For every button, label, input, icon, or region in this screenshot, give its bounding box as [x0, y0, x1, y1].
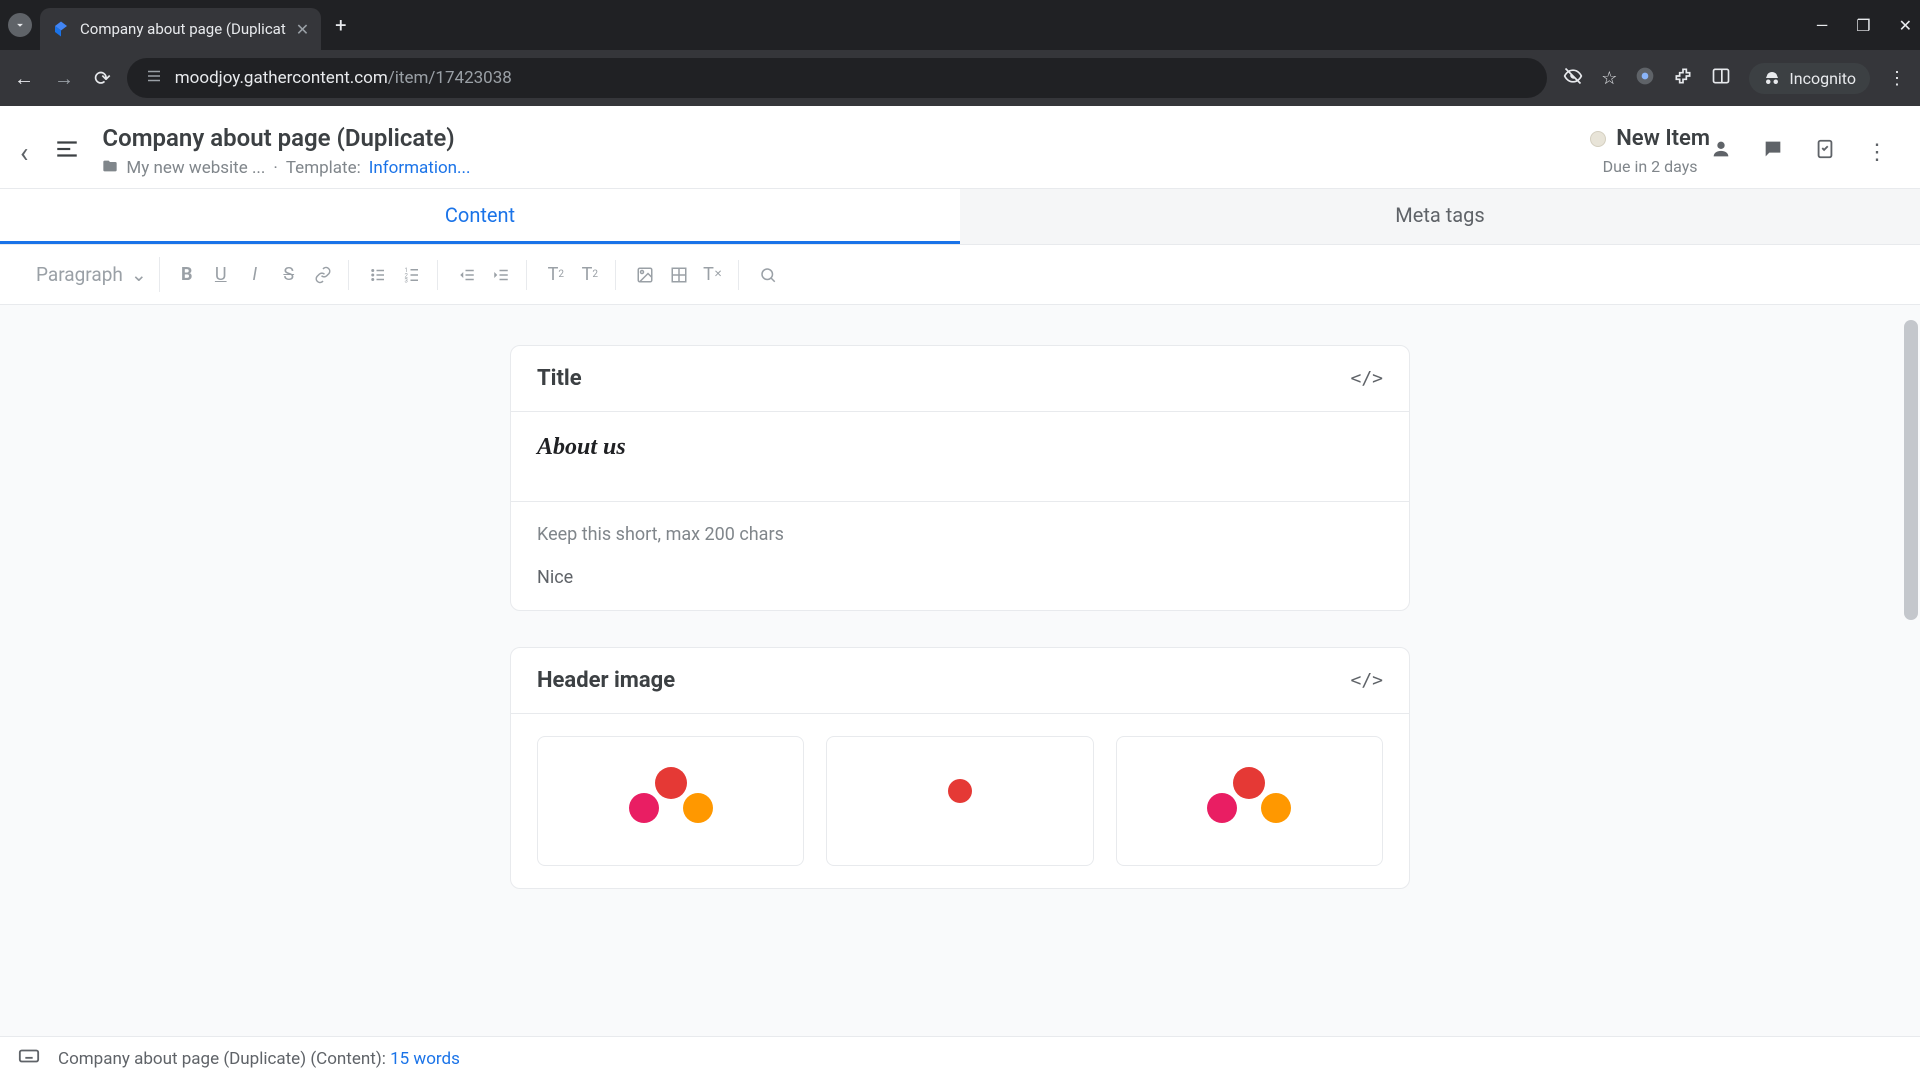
image-thumbnail[interactable] — [1116, 736, 1383, 866]
tracking-icon[interactable] — [1563, 66, 1583, 91]
content-area: Title </> About us Keep this short, max … — [0, 305, 1920, 1041]
outdent-button[interactable] — [452, 260, 482, 290]
bullet-list-button[interactable] — [363, 260, 393, 290]
sidebar-toggle-button[interactable] — [40, 124, 102, 169]
keyboard-icon[interactable] — [18, 1045, 40, 1072]
header-actions: ⋮ — [1710, 124, 1888, 166]
superscript-button[interactable]: T2 — [575, 260, 605, 290]
status-bar: Company about page (Duplicate) (Content)… — [0, 1036, 1920, 1080]
editor-toolbar: Paragraph ⌄ B U I S 123 T2 T2 — [0, 245, 1920, 305]
image-thumbnail[interactable] — [537, 736, 804, 866]
field-label: Title — [537, 366, 582, 391]
vertical-scrollbar[interactable] — [1904, 320, 1918, 620]
due-date: Due in 2 days — [1603, 157, 1698, 176]
tab-list-button[interactable] — [8, 13, 32, 37]
field-label: Header image — [537, 668, 675, 693]
app-back-button[interactable]: ‹ — [18, 124, 40, 169]
insert-image-button[interactable] — [630, 260, 660, 290]
more-options-icon[interactable]: ⋮ — [1866, 140, 1888, 165]
code-view-icon[interactable]: </> — [1350, 368, 1383, 389]
minimize-button[interactable]: — — [1816, 16, 1829, 35]
breadcrumb-folder[interactable]: My new website ... — [126, 158, 265, 178]
status-dot-icon — [1590, 131, 1606, 147]
maximize-button[interactable]: ❐ — [1856, 16, 1870, 35]
subscript-button[interactable]: T2 — [541, 260, 571, 290]
template-label: Template: — [286, 158, 361, 178]
incognito-label: Incognito — [1789, 69, 1856, 88]
svg-text:3: 3 — [404, 277, 407, 284]
tasks-icon[interactable] — [1814, 138, 1836, 166]
code-view-icon[interactable]: </> — [1350, 670, 1383, 691]
profile-icon[interactable] — [1635, 66, 1655, 91]
title-field-card: Title </> About us Keep this short, max … — [510, 345, 1410, 611]
url-input[interactable]: moodjoy.gathercontent.com/item/17423038 — [127, 58, 1547, 98]
clear-format-button[interactable]: T✕ — [698, 260, 728, 290]
window-controls: — ❐ ✕ — [1816, 16, 1912, 35]
image-thumbnail[interactable] — [826, 736, 1093, 866]
paragraph-style-select[interactable]: Paragraph ⌄ — [24, 257, 160, 292]
search-button[interactable] — [753, 260, 783, 290]
extensions-icon[interactable] — [1673, 66, 1693, 91]
indent-button[interactable] — [486, 260, 516, 290]
folder-icon — [102, 158, 118, 178]
paragraph-label: Paragraph — [36, 263, 123, 286]
title-heading: About us — [537, 434, 1383, 461]
back-button[interactable]: ← — [14, 66, 34, 91]
side-panel-icon[interactable] — [1711, 66, 1731, 91]
strikethrough-button[interactable]: S — [274, 260, 304, 290]
tab-meta-tags[interactable]: Meta tags — [960, 189, 1920, 244]
bookmark-icon[interactable]: ☆ — [1601, 68, 1617, 89]
new-tab-button[interactable]: + — [335, 13, 346, 37]
address-bar: ← → ⟳ moodjoy.gathercontent.com/item/174… — [0, 50, 1920, 106]
browser-tab[interactable]: Company about page (Duplicat ✕ — [40, 8, 321, 50]
bold-button[interactable]: B — [172, 260, 202, 290]
close-tab-icon[interactable]: ✕ — [296, 20, 309, 39]
footer-text: Company about page (Duplicate) (Content)… — [58, 1049, 390, 1069]
site-settings-icon[interactable] — [145, 67, 163, 90]
status-section[interactable]: New Item Due in 2 days — [1590, 124, 1710, 176]
breadcrumb: My new website ... · Template: Informati… — [102, 158, 1590, 178]
reload-button[interactable]: ⟳ — [94, 66, 111, 91]
page-title: Company about page (Duplicate) — [102, 124, 1590, 152]
comments-icon[interactable] — [1762, 138, 1784, 166]
numbered-list-button[interactable]: 123 — [397, 260, 427, 290]
breadcrumb-separator: · — [273, 158, 277, 178]
browser-tab-bar: Company about page (Duplicat ✕ + — ❐ ✕ — [0, 0, 1920, 50]
field-hint: Keep this short, max 200 chars — [537, 524, 1383, 545]
assignees-icon[interactable] — [1710, 138, 1732, 166]
tab-title: Company about page (Duplicat — [80, 20, 286, 38]
field-body-text[interactable]: Nice — [537, 567, 1383, 588]
chrome-menu-icon[interactable]: ⋮ — [1888, 68, 1906, 89]
url-domain: moodjoy.gathercontent.com — [175, 68, 388, 88]
content-tabs: Content Meta tags — [0, 189, 1920, 245]
italic-button[interactable]: I — [240, 260, 270, 290]
template-link[interactable]: Information... — [369, 158, 471, 178]
forward-button[interactable]: → — [54, 66, 74, 91]
insert-table-button[interactable] — [664, 260, 694, 290]
word-count[interactable]: 15 words — [390, 1049, 460, 1069]
link-button[interactable] — [308, 260, 338, 290]
underline-button[interactable]: U — [206, 260, 236, 290]
close-window-button[interactable]: ✕ — [1899, 16, 1912, 35]
chevron-down-icon: ⌄ — [131, 263, 147, 286]
incognito-badge[interactable]: Incognito — [1749, 63, 1870, 94]
app-header: ‹ Company about page (Duplicate) My new … — [0, 106, 1920, 189]
url-path: /item/17423038 — [388, 68, 512, 88]
tab-favicon-icon — [52, 20, 70, 38]
header-image-card: Header image </> — [510, 647, 1410, 889]
tab-content[interactable]: Content — [0, 189, 960, 244]
title-editor[interactable]: About us — [511, 412, 1409, 501]
status-label: New Item — [1616, 126, 1710, 151]
